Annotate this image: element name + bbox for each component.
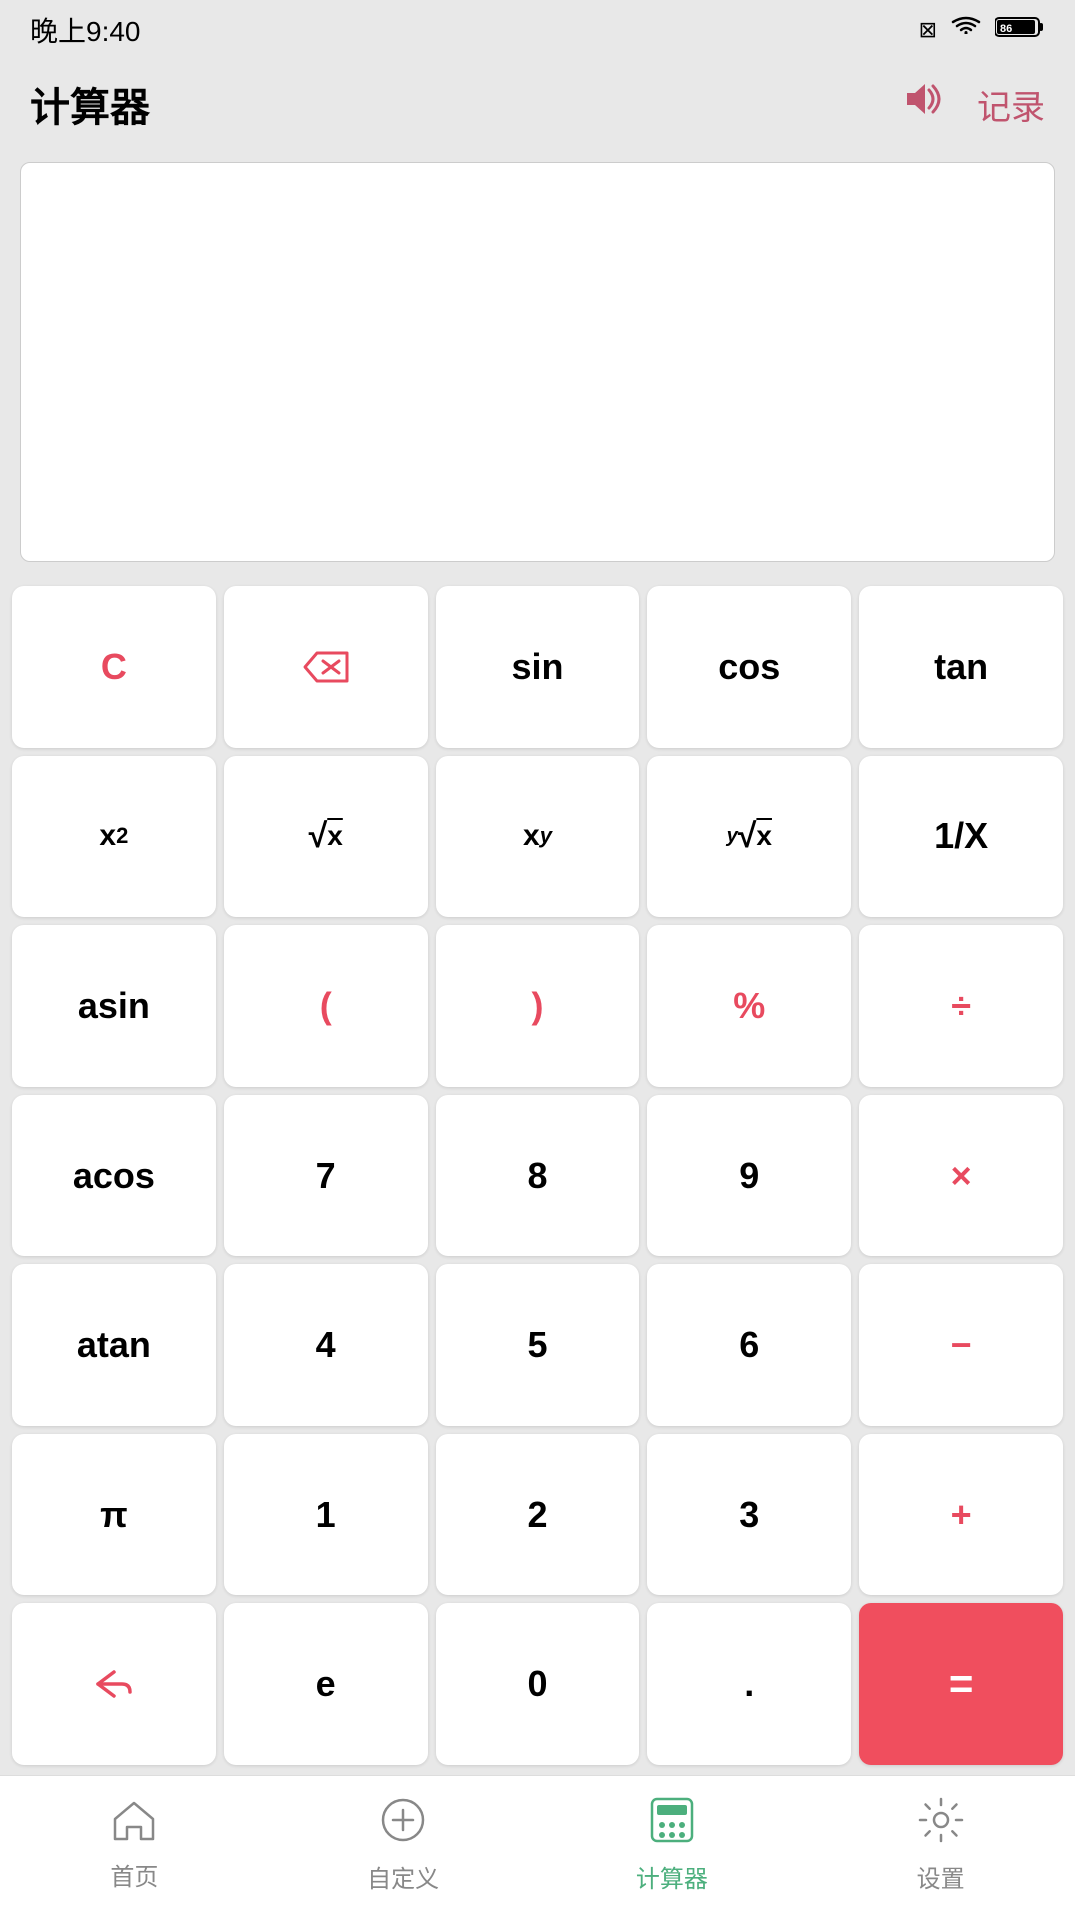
- status-bar: 晚上9:40 ⊠ 86: [0, 0, 1075, 60]
- one-button[interactable]: 1: [224, 1434, 428, 1596]
- seven-button[interactable]: 7: [224, 1095, 428, 1257]
- pi-button[interactable]: π: [12, 1434, 216, 1596]
- calculator-icon: [650, 1797, 694, 1853]
- page-title: 计算器: [30, 75, 150, 133]
- calculator-display[interactable]: [20, 162, 1055, 562]
- status-time: 晚上9:40: [30, 10, 141, 50]
- open-paren-button[interactable]: (: [224, 925, 428, 1087]
- multiply-button[interactable]: ×: [859, 1095, 1063, 1257]
- tan-button[interactable]: tan: [859, 586, 1063, 748]
- nav-calculator[interactable]: 计算器: [538, 1797, 807, 1894]
- home-icon: [111, 1799, 157, 1851]
- battery-icon: 86: [995, 15, 1045, 45]
- key-row-4: acos 7 8 9 ×: [12, 1095, 1063, 1257]
- sqrt-button[interactable]: √x: [224, 756, 428, 918]
- plus-circle-icon: [380, 1797, 426, 1853]
- close-paren-button[interactable]: ): [436, 925, 640, 1087]
- backspace-button[interactable]: [224, 586, 428, 748]
- add-button[interactable]: +: [859, 1434, 1063, 1596]
- four-button[interactable]: 4: [224, 1264, 428, 1426]
- five-button[interactable]: 5: [436, 1264, 640, 1426]
- header: 计算器 记录: [0, 60, 1075, 148]
- nav-custom-label: 自定义: [367, 1859, 439, 1894]
- nav-custom[interactable]: 自定义: [269, 1797, 538, 1894]
- equals-button[interactable]: =: [859, 1603, 1063, 1765]
- key-row-6: π 1 2 3 +: [12, 1434, 1063, 1596]
- wifi-icon: [951, 16, 981, 44]
- back-arrow-button[interactable]: [12, 1603, 216, 1765]
- nav-home[interactable]: 首页: [0, 1799, 269, 1892]
- record-button[interactable]: 记录: [977, 80, 1045, 129]
- keypad: C sin cos tan x2 √x xy y√x 1/X asin (: [0, 576, 1075, 1775]
- nav-home-label: 首页: [110, 1857, 158, 1892]
- nav-settings[interactable]: 设置: [806, 1797, 1075, 1894]
- euler-button[interactable]: e: [224, 1603, 428, 1765]
- status-icons: ⊠ 86: [919, 15, 1045, 45]
- asin-button[interactable]: asin: [12, 925, 216, 1087]
- power-button[interactable]: xy: [436, 756, 640, 918]
- sin-button[interactable]: sin: [436, 586, 640, 748]
- nine-button[interactable]: 9: [647, 1095, 851, 1257]
- header-actions: 记录: [903, 80, 1045, 129]
- sound-button[interactable]: [903, 80, 947, 128]
- settings-icon: [918, 1797, 964, 1853]
- percent-button[interactable]: %: [647, 925, 851, 1087]
- key-row-3: asin ( ) % ÷: [12, 925, 1063, 1087]
- battery-x-icon: ⊠: [919, 17, 937, 43]
- key-row-7: e 0 . =: [12, 1603, 1063, 1765]
- key-row-5: atan 4 5 6 −: [12, 1264, 1063, 1426]
- square-button[interactable]: x2: [12, 756, 216, 918]
- clear-button[interactable]: C: [12, 586, 216, 748]
- cos-button[interactable]: cos: [647, 586, 851, 748]
- six-button[interactable]: 6: [647, 1264, 851, 1426]
- subtract-button[interactable]: −: [859, 1264, 1063, 1426]
- key-row-2: x2 √x xy y√x 1/X: [12, 756, 1063, 918]
- svg-text:86: 86: [1000, 23, 1012, 35]
- key-row-1: C sin cos tan: [12, 586, 1063, 748]
- reciprocal-button[interactable]: 1/X: [859, 756, 1063, 918]
- acos-button[interactable]: acos: [12, 1095, 216, 1257]
- atan-button[interactable]: atan: [12, 1264, 216, 1426]
- eight-button[interactable]: 8: [436, 1095, 640, 1257]
- nav-calculator-label: 计算器: [636, 1859, 708, 1894]
- divide-button[interactable]: ÷: [859, 925, 1063, 1087]
- bottom-nav: 首页 自定义 计算器: [0, 1775, 1075, 1915]
- decimal-button[interactable]: .: [647, 1603, 851, 1765]
- nav-settings-label: 设置: [917, 1859, 965, 1894]
- zero-button[interactable]: 0: [436, 1603, 640, 1765]
- three-button[interactable]: 3: [647, 1434, 851, 1596]
- yroot-button[interactable]: y√x: [647, 756, 851, 918]
- two-button[interactable]: 2: [436, 1434, 640, 1596]
